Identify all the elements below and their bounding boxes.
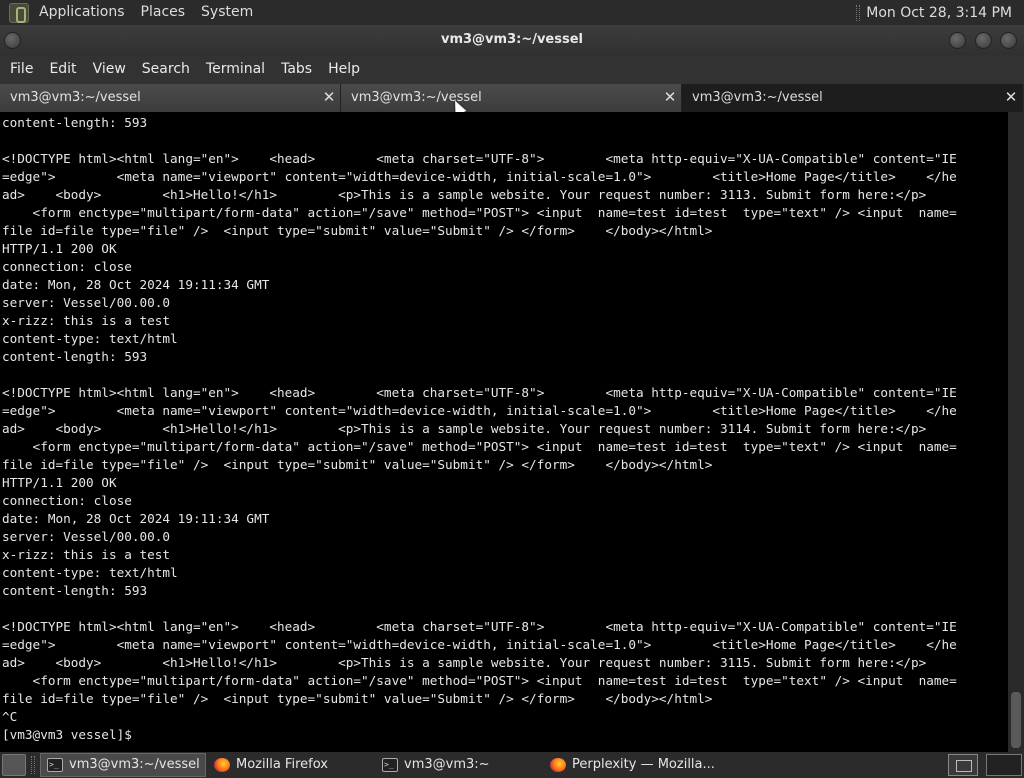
tab-bar: vm3@vm3:~/vessel ✕ vm3@vm3:~/vessel ✕ vm… <box>0 84 1024 112</box>
terminal-line: ad> <body> <h1>Hello!</h1> <p>This is a … <box>2 421 927 436</box>
workspace-switcher-icon[interactable] <box>948 754 978 776</box>
top-right-area: Mon Oct 28, 3:14 PM <box>856 0 1024 25</box>
terminal-line: file id=file type="file" /> <input type=… <box>2 223 713 238</box>
menu-file[interactable]: File <box>2 55 41 84</box>
terminal-line: <!DOCTYPE html><html lang="en"> <head> <… <box>2 619 957 634</box>
terminal-line: server: Vessel/00.00.0 <box>2 295 171 310</box>
window-title: vm3@vm3:~/vessel <box>440 32 583 47</box>
tab-2[interactable]: vm3@vm3:~/vessel ✕ <box>341 84 682 112</box>
tab-1[interactable]: vm3@vm3:~/vessel ✕ <box>0 84 341 112</box>
tab-label: vm3@vm3:~/vessel <box>692 90 823 105</box>
window-titlebar[interactable]: vm3@vm3:~/vessel <box>0 25 1024 55</box>
menu-help[interactable]: Help <box>320 55 368 84</box>
terminal-line: ^C <box>2 709 18 724</box>
firefox-icon <box>214 758 230 772</box>
terminal-line: HTTP/1.1 200 OK <box>2 475 117 490</box>
terminal-scrollbar[interactable] <box>1008 112 1024 752</box>
menu-terminal[interactable]: Terminal <box>198 55 273 84</box>
tab-close-icon[interactable]: ✕ <box>1004 84 1018 110</box>
applications-menu[interactable]: Applications <box>31 0 133 25</box>
tab-close-icon[interactable]: ✕ <box>663 84 677 110</box>
terminal-line: [vm3@vm3 vessel]$ <box>2 727 140 742</box>
terminal-line: x-rizz: this is a test <box>2 313 171 328</box>
terminal-line: ad> <body> <h1>Hello!</h1> <p>This is a … <box>2 655 927 670</box>
terminal-line: date: Mon, 28 Oct 2024 19:11:34 GMT <box>2 277 270 292</box>
close-window-button[interactable] <box>1000 32 1017 49</box>
top-panel: Applications Places System Mon Oct 28, 3… <box>0 0 1024 25</box>
terminal-line: <!DOCTYPE html><html lang="en"> <head> <… <box>2 151 957 166</box>
applications-logo-icon[interactable] <box>9 2 29 23</box>
workspace-2[interactable] <box>986 754 1022 776</box>
terminal-line: file id=file type="file" /> <input type=… <box>2 457 713 472</box>
minimize-button[interactable] <box>949 32 966 49</box>
system-menu[interactable]: System <box>193 0 261 25</box>
scrollbar-thumb[interactable] <box>1011 692 1021 748</box>
terminal-line: =edge"> <meta name="viewport" content="w… <box>2 169 957 184</box>
terminal-line: HTTP/1.1 200 OK <box>2 241 117 256</box>
places-menu[interactable]: Places <box>133 0 194 25</box>
top-menu: Applications Places System <box>31 0 261 25</box>
terminal-line: <form enctype="multipart/form-data" acti… <box>2 439 957 454</box>
taskbar-separator <box>31 756 35 774</box>
taskbar-item-firefox[interactable]: Mozilla Firefox <box>208 753 374 777</box>
task-label: Mozilla Firefox <box>236 757 328 772</box>
firefox-icon <box>550 758 566 772</box>
task-label: Perplexity — Mozilla... <box>572 757 714 772</box>
taskbar-item-terminal-vessel[interactable]: vm3@vm3:~/vessel <box>40 753 206 777</box>
menu-tabs[interactable]: Tabs <box>273 55 320 84</box>
menubar: File Edit View Search Terminal Tabs Help <box>0 55 1024 84</box>
taskbar: vm3@vm3:~/vessel Mozilla Firefox vm3@vm3… <box>0 752 1024 778</box>
terminal-line: connection: close <box>2 493 132 508</box>
terminal-line: ad> <body> <h1>Hello!</h1> <p>This is a … <box>2 187 927 202</box>
terminal-line: content-length: 593 <box>2 115 148 130</box>
terminal-line: =edge"> <meta name="viewport" content="w… <box>2 403 957 418</box>
terminal-line: connection: close <box>2 259 132 274</box>
terminal-line: <!DOCTYPE html><html lang="en"> <head> <… <box>2 385 957 400</box>
panel-separator <box>856 4 861 21</box>
terminal-line: <form enctype="multipart/form-data" acti… <box>2 673 957 688</box>
task-label: vm3@vm3:~/vessel <box>69 757 200 772</box>
terminal-line: content-length: 593 <box>2 349 148 364</box>
clock[interactable]: Mon Oct 28, 3:14 PM <box>866 5 1012 21</box>
taskbar-item-terminal-home[interactable]: vm3@vm3:~ <box>376 753 542 777</box>
tab-close-icon[interactable]: ✕ <box>322 84 336 110</box>
terminal-line: content-length: 593 <box>2 583 148 598</box>
menu-edit[interactable]: Edit <box>41 55 84 84</box>
menu-view[interactable]: View <box>85 55 134 84</box>
terminal-icon <box>47 754 63 776</box>
terminal-line: =edge"> <meta name="viewport" content="w… <box>2 637 957 652</box>
terminal-line: x-rizz: this is a test <box>2 547 171 562</box>
terminal-line: date: Mon, 28 Oct 2024 19:11:34 GMT <box>2 511 270 526</box>
terminal-output[interactable]: content-length: 593 <!DOCTYPE html><html … <box>0 112 1008 752</box>
terminal-line: file id=file type="file" /> <input type=… <box>2 691 713 706</box>
menu-search[interactable]: Search <box>134 55 198 84</box>
maximize-button[interactable] <box>975 32 992 49</box>
terminal-line: content-type: text/html <box>2 565 178 580</box>
terminal-line: server: Vessel/00.00.0 <box>2 529 171 544</box>
taskbar-item-perplexity[interactable]: Perplexity — Mozilla... <box>544 753 714 777</box>
show-desktop-icon[interactable] <box>2 754 26 776</box>
terminal-line: content-type: text/html <box>2 331 178 346</box>
terminal-icon <box>382 753 398 777</box>
tab-3-active[interactable]: vm3@vm3:~/vessel ✕ <box>682 84 1023 112</box>
task-label: vm3@vm3:~ <box>404 757 490 772</box>
terminal-line: <form enctype="multipart/form-data" acti… <box>2 205 957 220</box>
tab-label: vm3@vm3:~/vessel <box>10 90 141 105</box>
